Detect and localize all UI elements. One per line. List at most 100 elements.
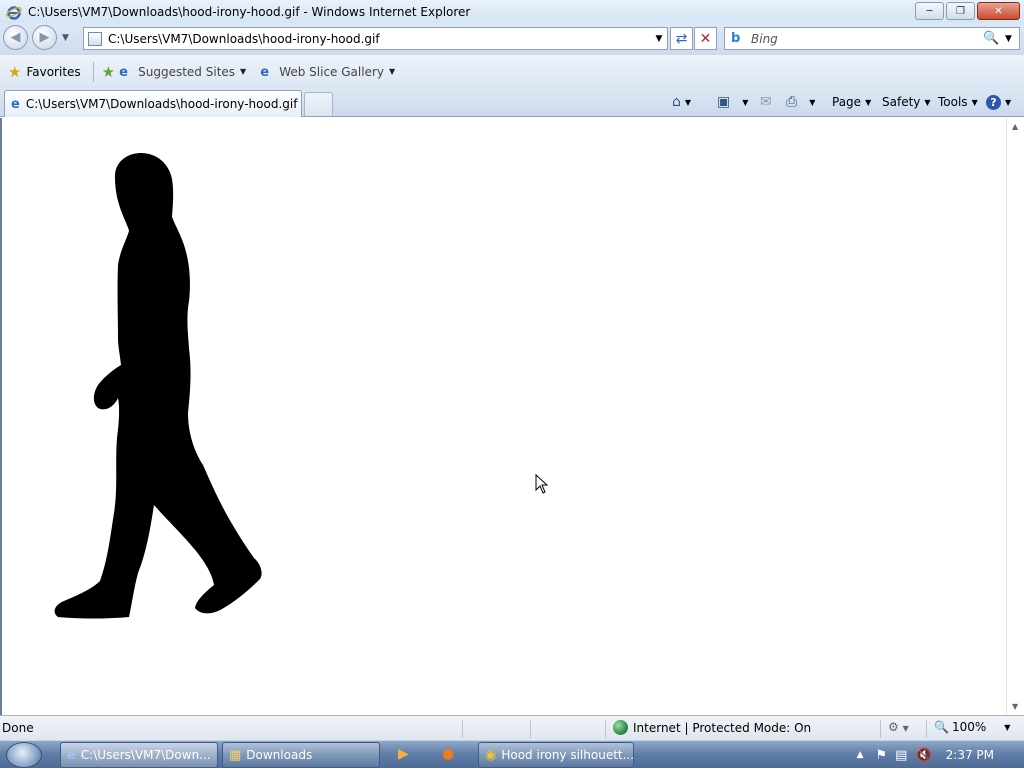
- taskbar-item-label: Downloads: [246, 748, 313, 762]
- page-content: [0, 118, 1024, 715]
- tab-label: C:\Users\VM7\Downloads\hood-irony-hood.g…: [25, 97, 298, 111]
- read-mail-button[interactable]: ✉: [760, 88, 772, 116]
- volume-muted-icon[interactable]: 🔇: [915, 748, 931, 763]
- new-tab-button[interactable]: [304, 92, 333, 116]
- taskbar-item-label: C:\Users\VM7\Down...: [80, 748, 211, 762]
- protected-mode-icon: ⚙: [888, 720, 899, 734]
- tab-bar: e C:\Users\VM7\Downloads\hood-irony-hood…: [0, 88, 1024, 117]
- zoom-magnifier-icon: 🔍: [934, 720, 949, 734]
- rss-feed-icon: ▣: [717, 94, 731, 110]
- title-bar: C:\Users\VM7\Downloads\hood-irony-hood.g…: [0, 0, 1024, 23]
- tab-active[interactable]: e C:\Users\VM7\Downloads\hood-irony-hood…: [4, 90, 302, 117]
- favorites-button[interactable]: ★ Favorites: [8, 63, 81, 81]
- tools-menu-label: Tools: [938, 95, 968, 109]
- safety-menu-label: Safety: [882, 95, 921, 109]
- minimize-button[interactable]: ─: [915, 2, 944, 20]
- search-input[interactable]: Bing: [751, 32, 983, 46]
- favorites-star-icon: ★: [8, 62, 22, 81]
- scroll-up-icon[interactable]: ▲: [1012, 122, 1018, 131]
- page-icon: [88, 31, 102, 46]
- ie-page-icon: e: [11, 96, 20, 112]
- address-input[interactable]: C:\Users\VM7\Downloads\hood-irony-hood.g…: [108, 32, 651, 46]
- chevron-down-icon: ▼: [902, 724, 909, 733]
- recent-pages-dropdown[interactable]: ▼: [62, 33, 69, 43]
- home-button[interactable]: ⌂ ▼: [672, 88, 691, 116]
- web-slice-gallery-link[interactable]: e Web Slice Gallery ▼: [260, 64, 396, 80]
- safety-menu[interactable]: Safety ▼: [882, 88, 931, 116]
- firefox-icon[interactable]: ●: [442, 746, 454, 762]
- chevron-down-icon: ▼: [388, 67, 396, 76]
- chrome-icon: ◉: [485, 747, 497, 763]
- chevron-down-icon: ▼: [1004, 722, 1011, 732]
- suggested-sites-label: Suggested Sites: [138, 64, 236, 79]
- status-divider: [462, 720, 463, 738]
- restore-button[interactable]: ❐: [946, 2, 975, 20]
- favorites-bar: ★ Favorites ★ e Suggested Sites ▼ e Web …: [0, 55, 1024, 88]
- suggested-sites-link[interactable]: e Suggested Sites ▼: [119, 64, 247, 80]
- protected-mode-button[interactable]: ⚙ ▼: [888, 720, 909, 734]
- chevron-down-icon: ▼: [742, 97, 749, 107]
- page-menu[interactable]: Page ▼: [832, 88, 871, 116]
- taskbar-item-chrome[interactable]: ◉ Hood irony silhouett...: [478, 742, 634, 768]
- home-icon: ⌂: [672, 94, 681, 110]
- chevron-down-icon: ▼: [865, 97, 872, 107]
- stop-button[interactable]: ✕: [694, 27, 717, 50]
- mail-icon: ✉: [760, 94, 772, 110]
- scroll-down-icon[interactable]: ▼: [1012, 702, 1018, 711]
- navigation-bar: ◀ ▶ ▼ C:\Users\VM7\Downloads\hood-irony-…: [0, 23, 1024, 55]
- stop-icon: ✕: [699, 30, 712, 47]
- security-zone-label: Internet | Protected Mode: On: [633, 720, 812, 735]
- taskbar-item-ie[interactable]: e C:\Users\VM7\Down...: [60, 742, 218, 768]
- back-button[interactable]: ◀: [3, 25, 28, 50]
- close-button[interactable]: ✕: [977, 2, 1020, 20]
- favorites-label: Favorites: [26, 64, 81, 79]
- clock[interactable]: 2:37 PM: [946, 748, 994, 762]
- vertical-scrollbar[interactable]: ▲ ▼: [1006, 118, 1024, 715]
- search-options-dropdown-icon[interactable]: ▼: [1005, 34, 1019, 44]
- status-divider: [530, 720, 531, 738]
- chevron-down-icon: ▼: [971, 97, 978, 107]
- network-icon[interactable]: ▤: [895, 748, 907, 763]
- refresh-button[interactable]: ⇄: [670, 27, 693, 50]
- search-box[interactable]: b Bing 🔍 ▼: [724, 27, 1020, 50]
- feeds-button[interactable]: ▣ ▼: [717, 88, 748, 116]
- security-zone[interactable]: Internet | Protected Mode: On: [613, 720, 811, 735]
- status-divider: [605, 720, 606, 738]
- help-button[interactable]: ? ▼: [986, 88, 1011, 116]
- folder-icon: ▦: [229, 747, 242, 763]
- action-center-flag-icon[interactable]: ⚑: [876, 748, 888, 763]
- forward-button[interactable]: ▶: [32, 25, 57, 50]
- refresh-icon: ⇄: [675, 30, 688, 47]
- page-menu-label: Page: [832, 95, 862, 109]
- media-player-icon[interactable]: ▶: [398, 746, 409, 762]
- zoom-level: 100%: [951, 720, 987, 734]
- globe-icon: [613, 720, 628, 735]
- zoom-control[interactable]: 🔍 100% ▼: [934, 720, 1010, 734]
- address-dropdown-icon[interactable]: ▼: [651, 34, 667, 44]
- internet-explorer-icon: e: [67, 747, 76, 763]
- ie-page-icon: e: [260, 64, 270, 80]
- back-arrow-icon: ◀: [10, 30, 21, 45]
- chevron-down-icon: ▼: [1005, 97, 1012, 107]
- forward-arrow-icon: ▶: [39, 30, 50, 45]
- address-bar[interactable]: C:\Users\VM7\Downloads\hood-irony-hood.g…: [83, 27, 668, 50]
- chevron-down-icon: ▼: [240, 67, 247, 76]
- taskbar-item-label: Hood irony silhouett...: [501, 748, 634, 762]
- print-button[interactable]: ⎙ ▼: [786, 88, 815, 116]
- taskbar-item-downloads[interactable]: ▦ Downloads: [222, 742, 380, 768]
- tools-menu[interactable]: Tools ▼: [938, 88, 978, 116]
- status-divider: [926, 720, 927, 738]
- start-button[interactable]: [6, 742, 42, 768]
- favorites-separator: [92, 61, 94, 82]
- add-to-favorites-bar-icon[interactable]: ★: [102, 63, 115, 81]
- taskbar: e C:\Users\VM7\Down... ▦ Downloads ▶ ● ◉…: [0, 740, 1024, 768]
- chevron-down-icon: ▼: [684, 97, 692, 107]
- search-icon[interactable]: 🔍: [983, 31, 1005, 46]
- window-title: C:\Users\VM7\Downloads\hood-irony-hood.g…: [28, 4, 471, 19]
- status-bar: Done Internet | Protected Mode: On ⚙ ▼ 🔍…: [0, 715, 1024, 740]
- show-hidden-icons-icon[interactable]: ▲: [857, 750, 864, 760]
- system-tray: ▲ ⚑ ▤ 🔇 2:37 PM: [857, 741, 1024, 769]
- restore-icon: ❐: [956, 5, 965, 17]
- chevron-down-icon: ▼: [924, 97, 931, 107]
- internet-explorer-icon: [6, 5, 22, 20]
